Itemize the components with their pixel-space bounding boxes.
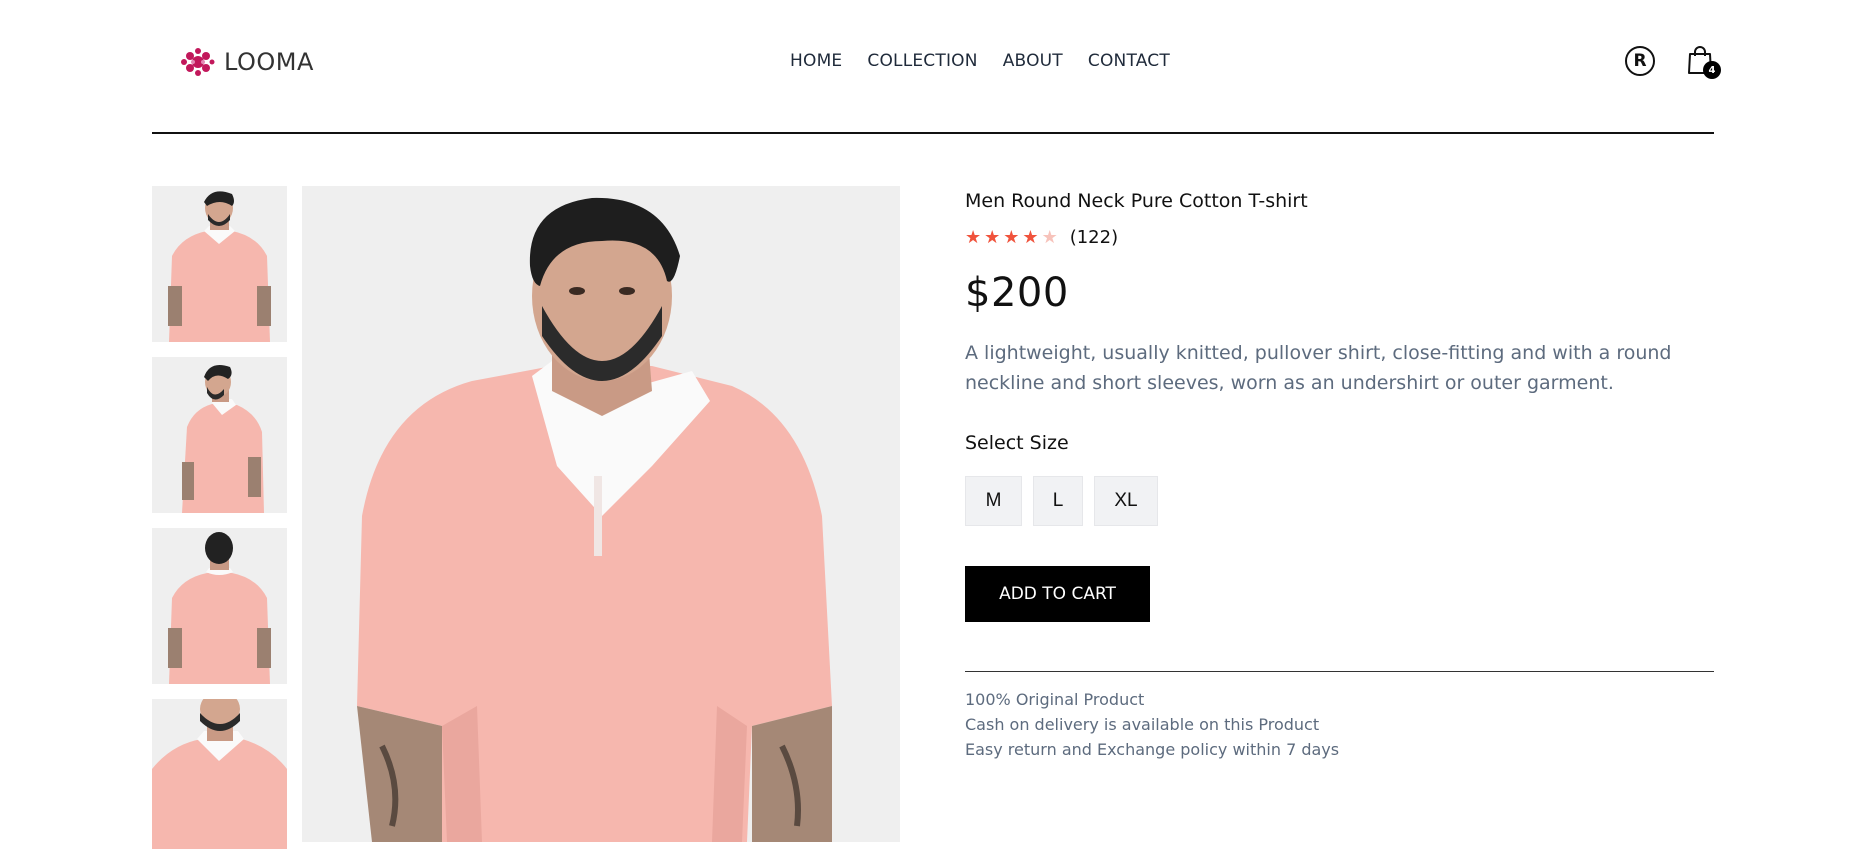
review-count: (122) — [1069, 227, 1119, 248]
product-rating: ★ ★ ★ ★ ★ (122) — [965, 227, 1714, 248]
product-thumbnail-side-image — [152, 357, 287, 513]
nav-collection[interactable]: COLLECTION — [867, 51, 977, 71]
select-size-label: Select Size — [965, 432, 1069, 454]
nav-contact[interactable]: CONTACT — [1088, 51, 1170, 71]
product-page: LOOMA HOME COLLECTION ABOUT CONTACT R 4 — [0, 0, 1857, 849]
flower-dots-icon — [181, 48, 215, 76]
add-to-cart-button[interactable]: ADD TO CART — [965, 566, 1150, 622]
product-thumbnail-side[interactable] — [152, 357, 287, 513]
size-option-m[interactable]: M — [965, 476, 1022, 526]
product-description: A lightweight, usually knitted, pullover… — [965, 342, 1672, 394]
cart-button[interactable]: 4 — [1687, 45, 1721, 81]
brand-logo[interactable]: LOOMA — [180, 46, 314, 78]
account-button[interactable]: R — [1625, 46, 1655, 76]
product-thumbnail-closeup-image — [152, 699, 287, 849]
size-options: M L XL — [965, 476, 1714, 526]
account-initial: R — [1633, 51, 1647, 71]
site-header: LOOMA HOME COLLECTION ABOUT CONTACT R 4 — [152, 0, 1721, 134]
brand-name: LOOMA — [224, 48, 314, 76]
product-price: $200 — [965, 270, 1069, 316]
product-thumbnail-closeup[interactable] — [152, 699, 287, 849]
star-icon: ★ — [965, 226, 982, 248]
product-info: Men Round Neck Pure Cotton T-shirt ★ ★ ★… — [965, 186, 1714, 762]
star-icon: ★ — [1003, 226, 1020, 248]
policy-item-original: 100% Original Product — [965, 690, 1145, 709]
main-nav: HOME COLLECTION ABOUT CONTACT — [790, 51, 1170, 71]
cart-count-badge: 4 — [1703, 61, 1721, 79]
policy-item-cod: Cash on delivery is available on this Pr… — [965, 715, 1320, 734]
star-icon: ★ — [984, 226, 1001, 248]
product-thumbnail-back-image — [152, 528, 287, 684]
product-thumbnail-front-image — [152, 186, 287, 342]
star-rating: ★ ★ ★ ★ ★ — [965, 226, 1058, 248]
thumbnail-list — [152, 186, 287, 849]
nav-home[interactable]: HOME — [790, 51, 842, 71]
size-option-l[interactable]: L — [1033, 476, 1083, 526]
product-main-image — [302, 186, 900, 842]
nav-about[interactable]: ABOUT — [1003, 51, 1063, 71]
star-icon: ★ — [1022, 226, 1039, 248]
product-thumbnail-back[interactable] — [152, 528, 287, 684]
product-main-image-illustration — [302, 186, 900, 842]
star-empty-icon: ★ — [1041, 226, 1058, 248]
policy-item-return: Easy return and Exchange policy within 7… — [965, 740, 1340, 759]
info-divider — [965, 671, 1714, 672]
size-option-xl[interactable]: XL — [1094, 476, 1158, 526]
product-policies: 100% Original Product Cash on delivery i… — [965, 687, 1714, 762]
product-thumbnail-front[interactable] — [152, 186, 287, 342]
product-title: Men Round Neck Pure Cotton T-shirt — [965, 190, 1308, 212]
